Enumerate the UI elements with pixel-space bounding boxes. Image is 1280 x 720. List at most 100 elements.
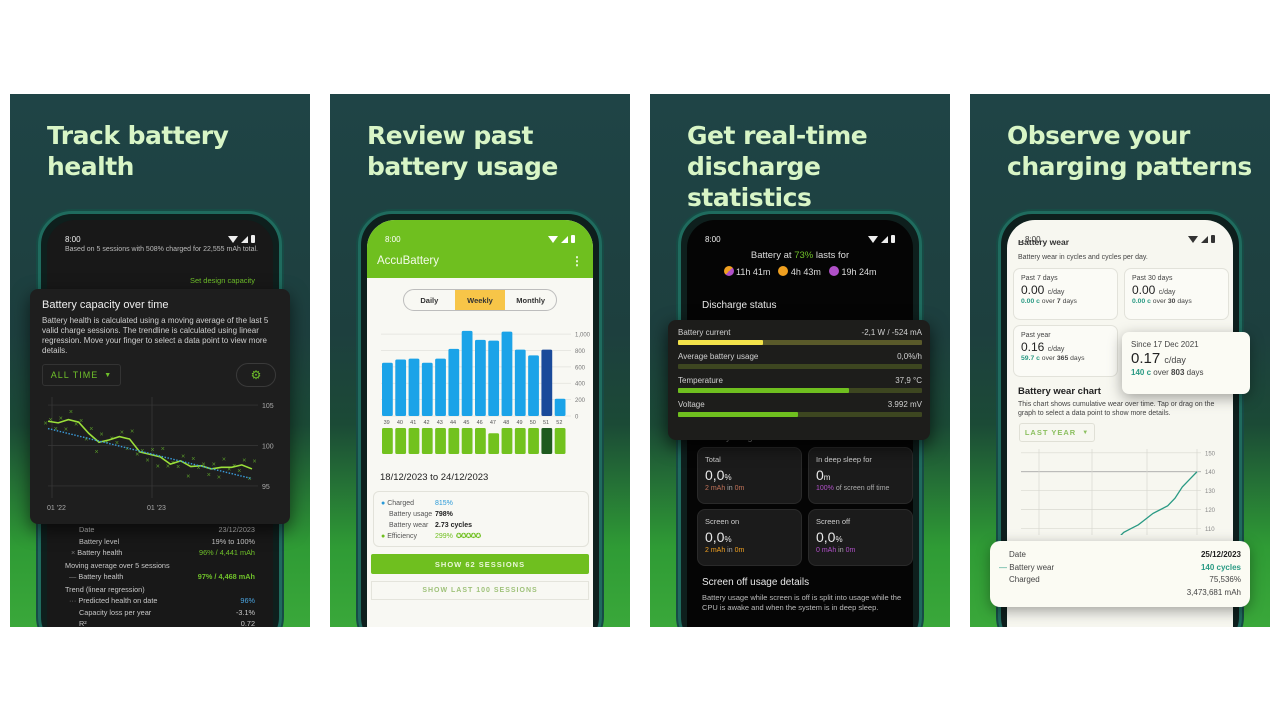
mixed-use-icon bbox=[723, 266, 734, 276]
bar bbox=[501, 331, 513, 416]
data-point: × bbox=[161, 446, 165, 453]
tab-weekly[interactable]: Weekly bbox=[454, 290, 506, 310]
data-point: × bbox=[237, 468, 241, 475]
wear-range-dropdown[interactable]: LAST YEAR ▼ bbox=[1019, 423, 1095, 442]
dropdown-arrow-icon: ▼ bbox=[1082, 429, 1090, 436]
metric-label: Temperature bbox=[678, 376, 723, 385]
battery-estimate-title: Battery at 73% lasts for bbox=[750, 250, 850, 261]
section-title: Battery wear bbox=[1018, 240, 1070, 247]
efficiency-bar bbox=[461, 428, 473, 454]
y-tick-label: 800 bbox=[575, 349, 586, 355]
data-point: × bbox=[207, 472, 211, 479]
trend-line bbox=[47, 427, 253, 480]
x-tick-label: 41 bbox=[410, 420, 416, 426]
metric-bar bbox=[678, 412, 922, 417]
x-tick-label: 52 bbox=[556, 420, 562, 426]
weekly-chart[interactable]: 0 200 400 600 800 1,000 39 40 41 42 43 44 45 46 47 48 49… bbox=[377, 324, 592, 464]
signal-icon bbox=[561, 235, 568, 243]
more-options-icon[interactable]: ⋮ bbox=[571, 254, 583, 268]
status-bar: 8:00 bbox=[705, 232, 895, 246]
wear-line bbox=[1120, 471, 1198, 535]
metric-label: Average battery usage bbox=[678, 352, 759, 361]
metric-label: Battery current bbox=[678, 328, 731, 337]
efficiency-bar bbox=[541, 428, 553, 454]
metric-bar bbox=[678, 388, 922, 393]
data-point: × bbox=[151, 447, 155, 454]
discharge-title: Discharge status bbox=[702, 300, 777, 311]
wifi-icon bbox=[548, 235, 558, 243]
efficiency-bar bbox=[421, 428, 433, 454]
metric-bar bbox=[678, 340, 922, 345]
signal-icon bbox=[241, 235, 248, 243]
tile-screen-off: Screen off 0,0% 0 mAh in 0m bbox=[808, 509, 913, 566]
section-description: Battery wear in cycles and cycles per da… bbox=[1018, 254, 1148, 261]
show-sessions-button[interactable]: SHOW 62 SESSIONS bbox=[371, 554, 589, 574]
efficiency-bar bbox=[488, 433, 500, 454]
bar bbox=[408, 358, 420, 416]
headline: Review past battery usage bbox=[367, 121, 558, 181]
efficiency-bar bbox=[408, 428, 420, 454]
bar bbox=[528, 355, 539, 416]
bar bbox=[421, 362, 433, 416]
data-point: × bbox=[125, 446, 129, 453]
metric-value: 3.992 mV bbox=[887, 400, 922, 409]
headline: Observe your charging patterns bbox=[1007, 121, 1252, 181]
card-title: Battery capacity over time bbox=[42, 299, 169, 311]
wear-card-past-year: Past year 0.16 c/day 59.7 c over 365 day… bbox=[1013, 325, 1118, 377]
chart-settings-button[interactable]: ⚙ bbox=[236, 363, 276, 387]
sessions-note: Based on 5 sessions with 508% charged fo… bbox=[65, 246, 259, 253]
dropdown-arrow-icon: ▼ bbox=[104, 371, 113, 379]
bar bbox=[541, 349, 553, 416]
show-last-sessions-button[interactable]: SHOW LAST 100 SESSIONS bbox=[371, 581, 589, 600]
metric-bar-fill bbox=[678, 412, 798, 417]
y-tick-label: 105 bbox=[262, 403, 274, 410]
range-dropdown[interactable]: ALL TIME ▼ bbox=[42, 364, 121, 386]
battery-icon bbox=[251, 235, 255, 243]
y-tick-label: 110 bbox=[1205, 527, 1215, 533]
x-tick-label: 42 bbox=[423, 420, 429, 426]
battery-icon bbox=[891, 235, 895, 243]
week-summary: ● Charged 815% Battery usage 798% Battery … bbox=[373, 491, 589, 547]
x-tick-label: 45 bbox=[463, 420, 469, 426]
bar bbox=[514, 349, 526, 416]
point-details: Date 23/12/2023 Battery level 19% to 100% … bbox=[65, 525, 255, 627]
wear-chart-description: This chart shows cumulative wear over ti… bbox=[1018, 401, 1215, 417]
y-tick-label: 0 bbox=[575, 415, 579, 421]
x-tick-label: 51 bbox=[543, 420, 549, 426]
efficiency-bar bbox=[475, 428, 486, 454]
tab-monthly[interactable]: Monthly bbox=[505, 290, 556, 310]
wear-card-30-days: Past 30 days 0.00 c/day 0.00 c over 30 d… bbox=[1124, 268, 1229, 320]
data-point: × bbox=[176, 464, 180, 471]
metric-bar-fill bbox=[678, 340, 764, 345]
metric-row: Average battery usage 0,0%/h bbox=[678, 352, 922, 369]
x-tick-label: 49 bbox=[516, 420, 522, 426]
headline: Track battery health bbox=[47, 121, 229, 181]
efficiency-bar bbox=[395, 428, 407, 454]
capacity-chart[interactable]: 9510010501 '22 01 '23××××××××××××××××××××… bbox=[30, 389, 290, 519]
metric-value: 0,0%/h bbox=[897, 352, 922, 361]
y-tick-label: 150 bbox=[1205, 451, 1216, 457]
app-title: AccuBattery bbox=[377, 255, 439, 267]
bar bbox=[461, 330, 473, 416]
wear-chart[interactable]: 100110120130140150 bbox=[1017, 445, 1233, 535]
details-title: Screen off usage details bbox=[702, 577, 810, 588]
set-design-capacity-link[interactable]: Set design capacity bbox=[190, 276, 255, 285]
wifi-icon bbox=[868, 235, 878, 243]
x-tick-label: 50 bbox=[530, 420, 536, 426]
metric-value: -2,1 W / -524 mA bbox=[861, 328, 922, 337]
y-tick-label: 400 bbox=[575, 382, 586, 388]
data-point: × bbox=[253, 458, 257, 465]
screen-on-icon bbox=[778, 266, 789, 276]
app-bar: 8:00 AccuBattery ⋮ bbox=[367, 220, 593, 278]
tab-daily[interactable]: Daily bbox=[404, 290, 455, 310]
metric-bar-fill bbox=[678, 388, 849, 393]
bar bbox=[435, 358, 446, 416]
y-tick-label: 120 bbox=[1205, 508, 1216, 514]
data-point: × bbox=[186, 473, 190, 480]
data-point: × bbox=[135, 451, 139, 458]
period-tabs: Daily Weekly Monthly bbox=[403, 289, 557, 311]
data-point: × bbox=[146, 458, 150, 465]
metric-row: Voltage 3.992 mV bbox=[678, 400, 922, 417]
efficiency-bar bbox=[514, 428, 526, 454]
wear-card-since-start: Since 17 Dec 2021 0.17 c/day 140 c over … bbox=[1122, 332, 1250, 394]
